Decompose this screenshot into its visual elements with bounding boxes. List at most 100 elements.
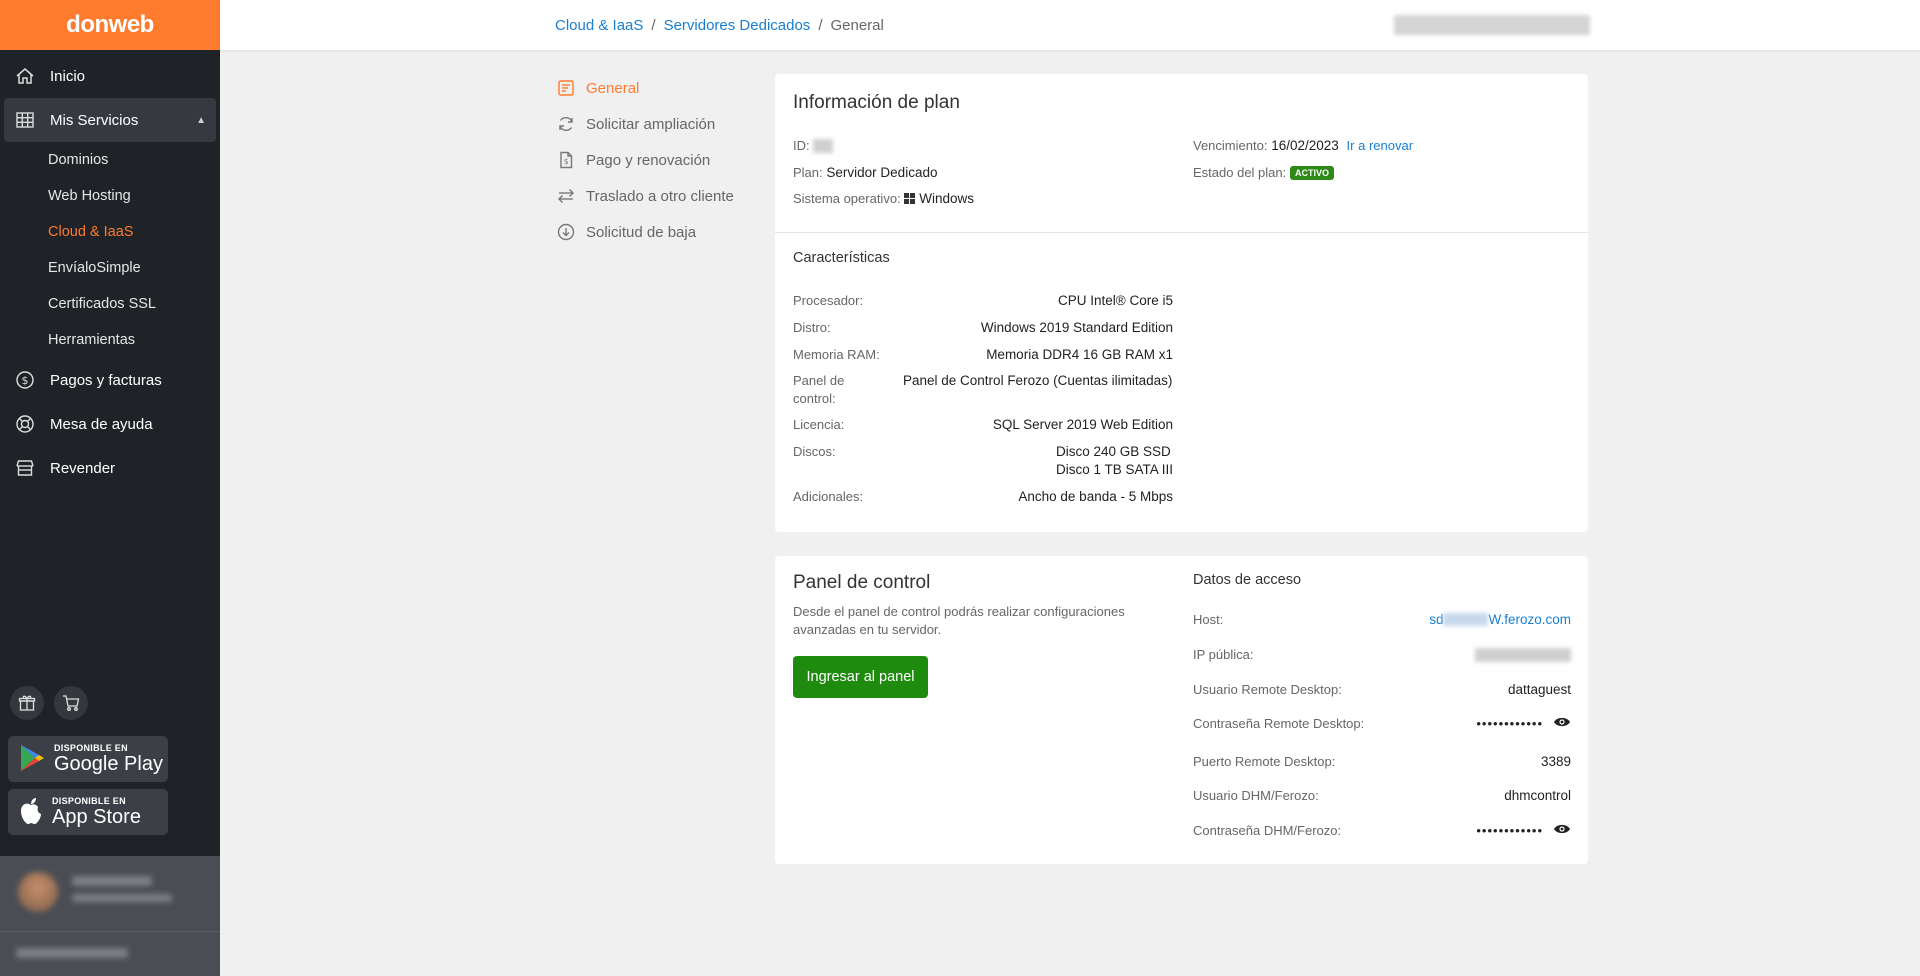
feature-value: Windows 2019 Standard Edition (980, 320, 1173, 335)
feature-label: Discos: (793, 444, 836, 459)
logo-bar: donweb (0, 0, 220, 50)
enter-panel-button[interactable]: Ingresar al panel (793, 656, 928, 698)
sidebar-item-mesa-ayuda[interactable]: Mesa de ayuda (0, 402, 220, 446)
host-prefix[interactable]: sd (1429, 612, 1443, 627)
app-store-small: DISPONIBLE EN (52, 796, 126, 806)
sidebar-item-inicio[interactable]: Inicio (0, 54, 220, 98)
os-row: Sistema operativo: Windows (793, 191, 974, 207)
feature-value: Ancho de banda - 5 Mbps (1018, 489, 1173, 504)
submenu-label: Pago y renovación (586, 151, 711, 169)
dhm-pass-group: •••••••••••• (1476, 823, 1571, 838)
control-panel-description: Desde el panel de control podrás realiza… (793, 604, 1125, 637)
control-panel-title: Panel de control (793, 572, 931, 593)
rdp-port-value: 3389 (1540, 754, 1571, 769)
transfer-icon (556, 186, 576, 206)
plan-info-title: Información de plan (793, 92, 960, 113)
eye-icon[interactable] (1553, 716, 1571, 731)
sidebar-item-label: Mis Servicios (50, 111, 139, 129)
feature-label: Procesador: (793, 293, 864, 308)
feature-row-distro: Distro: Windows 2019 Standard Edition (793, 319, 1173, 337)
plan-id-label: ID: (793, 138, 810, 153)
submenu-solicitar-ampliacion[interactable]: Solicitar ampliación (556, 106, 734, 142)
cart-icon[interactable] (54, 686, 88, 720)
blurred-user-id (16, 948, 128, 958)
feature-value-group: Disco 240 GB SSD Disco 1 TB SATA III (1056, 443, 1173, 479)
host-value[interactable]: sd W.ferozo.com (1429, 612, 1571, 627)
google-play-icon (18, 743, 46, 776)
sidebar-item-mis-servicios[interactable]: Mis Servicios ▲ (4, 98, 216, 142)
sidebar-subitem-cloud-iaas[interactable]: Cloud & IaaS (0, 214, 220, 250)
feature-value: CPU Intel® Core i5 (1058, 293, 1173, 308)
eye-icon[interactable] (1553, 823, 1571, 838)
submenu-pago-renovacion[interactable]: $ Pago y renovación (556, 142, 734, 178)
access-row-rdp-pass: Contraseña Remote Desktop: •••••••••••• (1193, 716, 1571, 731)
access-row-dhm-user: Usuario DHM/Ferozo: dhmcontrol (1193, 788, 1571, 803)
donweb-logo[interactable]: donweb (66, 11, 154, 39)
feature-value: Memoria DDR4 16 GB RAM x1 (986, 347, 1173, 362)
sidebar-item-label: Mesa de ayuda (50, 415, 153, 433)
sidebar-item-revender[interactable]: Revender (0, 446, 220, 490)
chevron-up-icon[interactable]: ▲ (196, 115, 206, 126)
feature-value: Disco 240 GB SSD (1055, 444, 1171, 459)
breadcrumb-current: General (830, 17, 884, 34)
divider (775, 232, 1588, 233)
os-label: Sistema operativo: (793, 191, 901, 206)
home-icon (14, 65, 36, 87)
apple-icon (18, 796, 44, 829)
expiry-value: 16/02/2023 (1271, 138, 1339, 153)
google-play-badge[interactable]: DISPONIBLE EN Google Play (8, 736, 168, 782)
host-suffix[interactable]: W.ferozo.com (1488, 612, 1571, 627)
submenu-general[interactable]: General (556, 70, 734, 106)
feature-label: Distro: (793, 320, 831, 335)
host-label: Host: (1193, 612, 1224, 627)
breadcrumb-servidores-dedicados[interactable]: Servidores Dedicados (664, 17, 811, 34)
blurred-user-email (72, 894, 172, 902)
gift-icon[interactable] (10, 686, 44, 720)
renew-link[interactable]: Ir a renovar (1347, 138, 1413, 153)
google-play-small: DISPONIBLE EN (54, 743, 128, 753)
store-icon (14, 457, 36, 479)
access-row-rdp-user: Usuario Remote Desktop: dattaguest (1193, 682, 1571, 697)
access-row-host: Host: sd W.ferozo.com (1193, 612, 1571, 627)
submenu-traslado[interactable]: Traslado a otro cliente (556, 178, 734, 214)
feature-row-panel: Panel de control: Panel de Control Feroz… (793, 372, 1173, 408)
submenu-label: Solicitar ampliación (586, 115, 716, 133)
app-store-big: App Store (52, 806, 141, 828)
topbar: Cloud & IaaS / Servidores Dedicados / Ge… (220, 0, 1920, 50)
sidebar-subitem-dominios[interactable]: Dominios (0, 142, 220, 178)
sidebar-item-label: Inicio (50, 67, 86, 85)
plan-name-row: Plan: Servidor Dedicado (793, 165, 937, 180)
divider (0, 931, 220, 932)
sidebar-subitem-herramientas[interactable]: Herramientas (0, 322, 220, 358)
feature-label: Memoria RAM: (793, 347, 880, 362)
ip-label: IP pública: (1193, 647, 1254, 662)
submenu-label: Solicitud de baja (586, 223, 697, 241)
status-row: Estado del plan: ACTIVO (1193, 165, 1335, 181)
feature-row-memoria: Memoria RAM: Memoria DDR4 16 GB RAM x1 (793, 346, 1173, 364)
sidebar-item-label: Pagos y facturas (50, 371, 162, 389)
sidebar-subitem-web-hosting[interactable]: Web Hosting (0, 178, 220, 214)
os-value: Windows (919, 191, 974, 206)
submenu-solicitud-baja[interactable]: Solicitud de baja (556, 214, 734, 250)
dollar-icon: $ (14, 369, 36, 391)
blurred-user-name (72, 876, 152, 886)
feature-row-adicionales: Adicionales: Ancho de banda - 5 Mbps (793, 488, 1173, 506)
blurred-server-name (1394, 15, 1590, 35)
windows-icon (904, 192, 916, 207)
breadcrumb-separator: / (651, 17, 656, 34)
sidebar-subitem-envialosimple[interactable]: EnvíaloSimple (0, 250, 220, 286)
breadcrumb-cloud-iaas[interactable]: Cloud & IaaS (555, 17, 643, 34)
sidebar-subitem-certificados-ssl[interactable]: Certificados SSL (0, 286, 220, 322)
service-submenu: General Solicitar ampliación $ Pago y re… (556, 70, 734, 250)
arrow-down-circle-icon (556, 222, 576, 242)
blurred-plan-id (813, 139, 834, 154)
user-profile[interactable] (0, 856, 220, 976)
feature-row-licencia: Licencia: SQL Server 2019 Web Edition (793, 416, 1173, 434)
plan-name-label: Plan: (793, 165, 823, 180)
app-store-badge[interactable]: DISPONIBLE EN App Store (8, 789, 168, 835)
feature-value: Panel de Control Ferozo (Cuentas ilimita… (903, 373, 1173, 388)
sidebar: donweb Inicio Mis Servicios ▲ Dominios W… (0, 0, 220, 976)
status-badge: ACTIVO (1290, 166, 1335, 181)
expiry-label: Vencimiento: (1193, 138, 1268, 153)
sidebar-item-pagos[interactable]: $ Pagos y facturas (0, 358, 220, 402)
